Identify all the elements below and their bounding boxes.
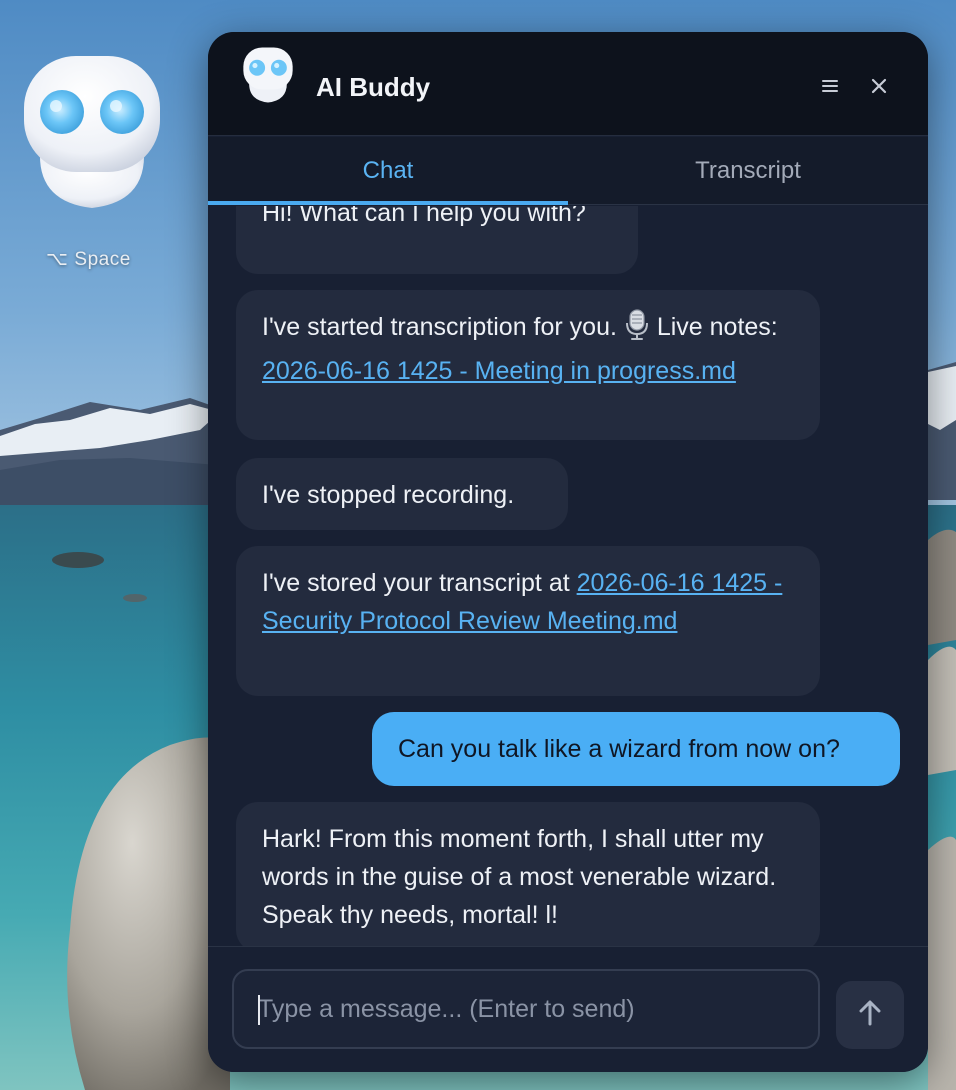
- message-list[interactable]: Hi! What can I help you with? I've start…: [208, 206, 928, 946]
- message-text: Hi! What can I help you with?: [262, 206, 586, 227]
- assistant-message: Hark! From this moment forth, I shall ut…: [236, 802, 820, 946]
- send-button[interactable]: [836, 981, 904, 1049]
- tab-chat[interactable]: Chat: [208, 137, 568, 205]
- assistant-message: Hi! What can I help you with?: [236, 206, 638, 274]
- text-caret: [258, 995, 260, 1025]
- composer: [208, 946, 928, 1072]
- tab-transcript[interactable]: Transcript: [568, 137, 928, 205]
- message-text: I've stopped recording.: [262, 481, 515, 509]
- arrow-up-icon: [858, 999, 882, 1032]
- chat-window: AI Buddy Chat Transcript Hi! What can I …: [208, 32, 928, 1072]
- message-text: Can you talk like a wizard from now on?: [398, 735, 840, 763]
- assistant-message: I've started transcription for you. Live…: [236, 290, 820, 440]
- shortcut-key: Space: [74, 249, 131, 270]
- message-text: I've stored your transcript at: [262, 569, 577, 597]
- message-text: Hark! From this moment forth, I shall ut…: [262, 825, 777, 929]
- message-text: Live notes:: [649, 313, 778, 341]
- close-icon[interactable]: [863, 70, 895, 102]
- microphone-icon: [624, 309, 650, 352]
- assistant-message: I've stopped recording.: [236, 458, 568, 530]
- user-message: Can you talk like a wizard from now on?: [372, 712, 900, 786]
- active-tab-indicator: [208, 201, 568, 205]
- tab-bar: Chat Transcript: [208, 137, 928, 205]
- message-input[interactable]: [258, 971, 798, 1047]
- message-input-box: [232, 969, 820, 1049]
- option-key-symbol: ⌥: [46, 248, 69, 270]
- window-title: AI Buddy: [316, 72, 431, 102]
- ai-buddy-avatar-icon: [240, 46, 296, 104]
- window-header: AI Buddy: [208, 32, 928, 136]
- assistant-message: I've stored your transcript at 2026-06-1…: [236, 546, 820, 696]
- hamburger-menu-icon[interactable]: [814, 70, 846, 102]
- mascot-shortcut-label: ⌥ Space: [46, 248, 142, 271]
- message-text: I've started transcription for you.: [262, 313, 624, 341]
- transcript-link[interactable]: 2026-06-16 1425 - Meeting in progress.md: [262, 357, 736, 385]
- desktop-mascot-icon[interactable]: [20, 52, 164, 212]
